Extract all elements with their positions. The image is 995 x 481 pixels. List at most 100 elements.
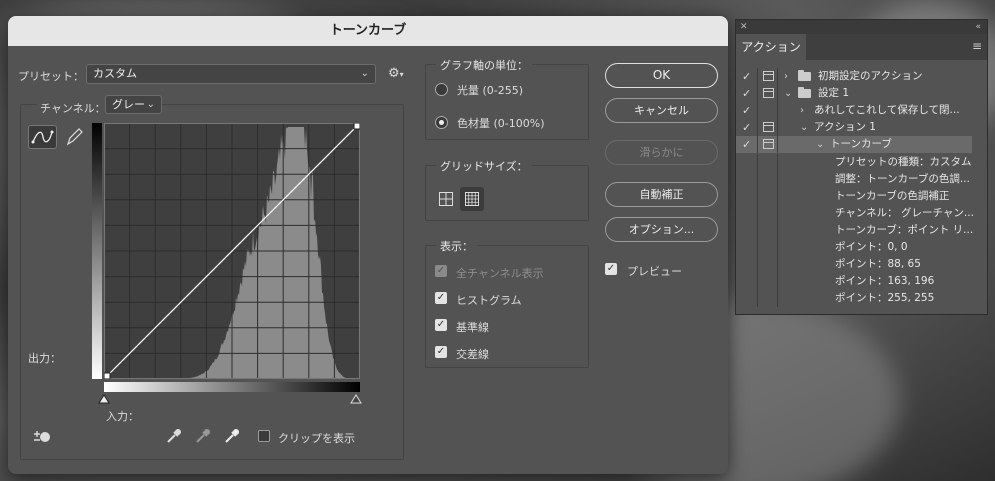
simple-grid-button[interactable] xyxy=(434,187,458,211)
collapse-icon[interactable]: « xyxy=(975,20,981,34)
action-row[interactable]: ✓ › あれしてこれして保存して閉... xyxy=(736,102,972,120)
actions-panel: ✕ « アクション ≡ ✓ › 初期設定のアクション ✓ ⌄ 設定 1 ✓ › あれしてこれして… xyxy=(735,19,988,315)
close-icon[interactable]: ✕ xyxy=(740,20,748,34)
dialog-column[interactable] xyxy=(758,239,778,256)
radio-pigment[interactable] xyxy=(435,116,448,129)
cancel-button[interactable]: キャンセル xyxy=(605,98,718,123)
toggle-column[interactable] xyxy=(736,273,758,291)
toggle-column[interactable] xyxy=(736,290,758,308)
dialog-toggle-icon[interactable] xyxy=(763,88,774,99)
toggle-column[interactable] xyxy=(736,221,758,239)
checkmark-icon[interactable]: ✓ xyxy=(742,119,751,136)
action-step-detail[interactable]: トーンカーブ：ポイント リ... xyxy=(736,221,974,239)
intersection-label: 交差線 xyxy=(456,348,489,361)
preview-checkbox[interactable]: ✓ xyxy=(605,263,617,275)
pencil-icon xyxy=(66,128,83,146)
action-step-detail[interactable]: ポイント：163, 196 xyxy=(736,273,972,291)
white-eyedropper-icon[interactable] xyxy=(223,427,241,445)
action-step-detail[interactable]: ポイント：0, 0 xyxy=(736,239,972,256)
dialog-toggle-icon[interactable] xyxy=(763,71,774,81)
chevron-down-icon[interactable]: ⌄ xyxy=(784,85,792,102)
pencil-tool[interactable] xyxy=(64,126,84,148)
panel-menu-icon[interactable]: ≡ xyxy=(972,39,982,53)
action-row-label: 設定 1 xyxy=(818,87,850,100)
clip-checkbox[interactable] xyxy=(258,430,270,442)
auto-button[interactable]: 自動補正 xyxy=(605,182,718,207)
action-step-detail[interactable]: トーンカーブの色調補正 xyxy=(736,187,972,205)
dialog-column[interactable] xyxy=(758,221,778,239)
channel-dropdown[interactable]: グレー ⌄ xyxy=(105,95,162,114)
action-row[interactable]: ✓ ⌄ 設定 1 xyxy=(736,85,972,103)
dialog-column[interactable] xyxy=(758,170,778,188)
ok-button[interactable]: OK xyxy=(605,63,718,88)
radio-light-label: 光量 (0-255) xyxy=(457,84,524,97)
chevron-right-icon[interactable]: › xyxy=(784,68,788,85)
curve-point[interactable] xyxy=(353,123,360,130)
toggle-column[interactable] xyxy=(736,256,758,274)
action-step-detail[interactable]: チャンネル： グレーチャン... xyxy=(736,204,974,222)
dialog-column[interactable] xyxy=(758,290,778,308)
action-step-detail[interactable]: ポイント：88, 65 xyxy=(736,256,972,274)
curve-point[interactable] xyxy=(104,372,111,379)
intersection-checkbox[interactable]: ✓ xyxy=(435,346,447,358)
gear-icon[interactable]: ⚙▾ xyxy=(388,66,404,81)
white-point-slider[interactable] xyxy=(350,394,362,404)
preview-label: プレビュー xyxy=(627,265,682,278)
all-channels-checkbox: ✓ xyxy=(435,265,447,277)
dialog-column[interactable] xyxy=(758,204,778,222)
action-row[interactable]: ✓ ⌄ アクション 1 xyxy=(736,119,972,137)
dialog-column[interactable] xyxy=(758,256,778,274)
baseline-label: 基準線 xyxy=(456,321,489,334)
action-step-detail[interactable]: プリセットの種類：カスタム xyxy=(736,153,972,171)
curve-graph[interactable] xyxy=(104,123,360,379)
toggle-column[interactable] xyxy=(736,204,758,222)
dialog-column[interactable] xyxy=(758,187,778,205)
dialog-column[interactable] xyxy=(758,153,778,171)
channel-label: チャンネル： xyxy=(37,100,109,116)
black-point-slider[interactable] xyxy=(98,394,110,404)
chevron-down-icon[interactable]: ⌄ xyxy=(816,136,824,153)
histogram-checkbox[interactable]: ✓ xyxy=(435,292,447,304)
chevron-down-icon: ⌄ xyxy=(146,99,155,110)
tab-actions[interactable]: アクション xyxy=(736,34,806,60)
action-step-detail[interactable]: ポイント：255, 255 xyxy=(736,290,972,308)
grid-size-title: グリッドサイズ： xyxy=(436,158,532,174)
display-group: 表示： ✓ 全チャンネル表示 ✓ ヒストグラム ✓ 基準線 ✓ 交差線 xyxy=(425,238,589,368)
curve-point-tool[interactable] xyxy=(28,125,57,149)
grid-size-group: グリッドサイズ： xyxy=(425,158,589,221)
on-image-adjust-icon[interactable] xyxy=(32,428,54,446)
toggle-column[interactable] xyxy=(736,239,758,256)
action-row[interactable]: ✓ › 初期設定のアクション xyxy=(736,68,972,85)
black-eyedropper-icon[interactable] xyxy=(165,427,183,445)
dialog-toggle-icon[interactable] xyxy=(763,139,774,150)
action-row-label: あれしてこれして保存して閉... xyxy=(814,104,960,117)
input-gradient-bar xyxy=(104,382,360,392)
clip-label: クリップを表示 xyxy=(278,432,355,445)
chevron-down-icon: ⌄ xyxy=(360,68,369,79)
baseline-checkbox[interactable]: ✓ xyxy=(435,319,447,331)
tone-curve-dialog: トーンカーブ プリセット： カスタム ⌄ ⚙▾ チャンネル： グレー ⌄ 出力：… xyxy=(8,16,728,474)
checkmark-icon[interactable]: ✓ xyxy=(742,136,751,153)
chevron-right-icon[interactable]: › xyxy=(800,102,804,119)
checkmark-icon[interactable]: ✓ xyxy=(742,85,751,102)
dialog-column[interactable] xyxy=(758,102,778,120)
preset-dropdown[interactable]: カスタム ⌄ xyxy=(86,64,376,84)
action-row-label: トーンカーブの色調補正 xyxy=(835,189,950,202)
toggle-column[interactable] xyxy=(736,187,758,205)
action-step-detail[interactable]: 調整：トーンカーブの色調... xyxy=(736,170,972,188)
action-row-label: ポイント：88, 65 xyxy=(835,258,921,271)
detailed-grid-button[interactable] xyxy=(460,187,484,211)
radio-light[interactable] xyxy=(435,83,448,96)
checkmark-icon[interactable]: ✓ xyxy=(742,102,751,119)
gray-eyedropper-icon[interactable] xyxy=(194,427,212,445)
toggle-column[interactable] xyxy=(736,170,758,188)
toggle-column[interactable] xyxy=(736,153,758,171)
chevron-down-icon[interactable]: ⌄ xyxy=(800,119,808,136)
action-row-label: トーンカーブ：ポイント リ... xyxy=(835,223,974,236)
action-row-label: ポイント：163, 196 xyxy=(835,275,935,288)
dialog-column[interactable] xyxy=(758,273,778,291)
checkmark-icon[interactable]: ✓ xyxy=(742,68,751,85)
options-button[interactable]: オプション... xyxy=(605,217,718,242)
dialog-toggle-icon[interactable] xyxy=(763,122,774,133)
action-row[interactable]: ✓ ⌄ トーンカーブ xyxy=(736,136,972,154)
